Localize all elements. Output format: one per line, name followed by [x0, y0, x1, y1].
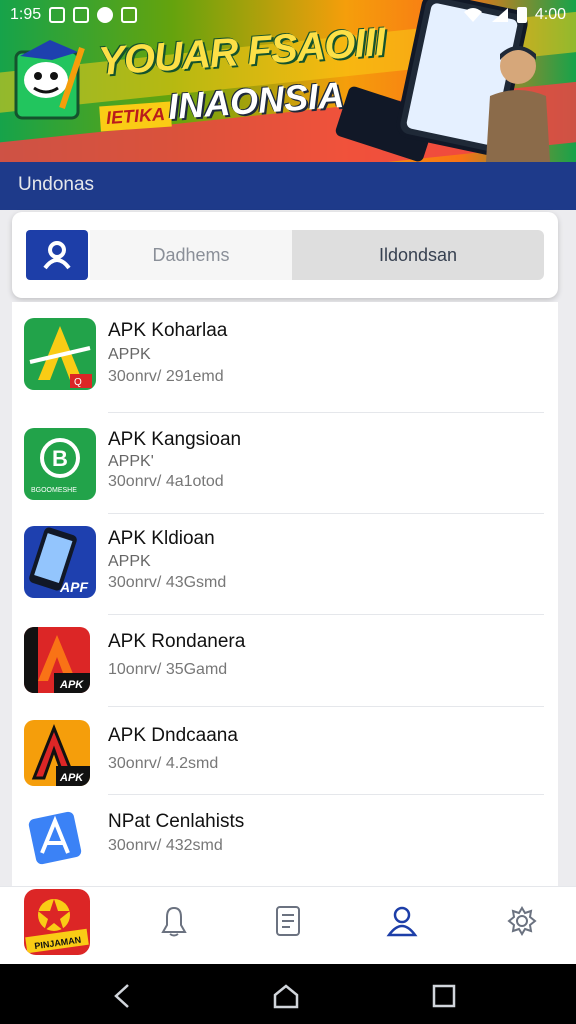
app-meta: 30onrv/ 291emd: [108, 368, 224, 385]
tab-card: Dadhems Ildondsan: [12, 212, 558, 298]
red-a-icon: APK: [24, 627, 90, 693]
profile-tab-button[interactable]: [26, 230, 88, 280]
person-icon: [386, 906, 418, 937]
notification-icon: [73, 7, 90, 23]
status-time: 1:95: [10, 6, 42, 23]
person-illustration: [486, 46, 550, 162]
app-header: Undonas: [0, 162, 576, 210]
list-item[interactable]: NPat Cenlahists 30onrv/ 432smd: [12, 795, 558, 886]
app-subtitle: APPK: [108, 346, 151, 363]
nav-settings[interactable]: [502, 901, 542, 941]
blue-store-icon: [24, 807, 86, 869]
icon-badge: APF: [59, 579, 88, 595]
banner-tag: IETIKA: [99, 101, 172, 132]
app-title: APK Dndcaana: [108, 725, 238, 746]
icon-badge: APK: [59, 679, 84, 691]
back-button[interactable]: [106, 980, 138, 1012]
nav-app-shortcut[interactable]: PINJAMAN: [24, 889, 90, 955]
app-subtitle: APPK: [108, 553, 151, 570]
list-item[interactable]: APK APK Rondanera 10onrv/ 35Gamd: [12, 615, 558, 707]
header-title: Undonas: [18, 174, 95, 195]
app-title: APK Koharlaa: [108, 320, 228, 341]
recents-button[interactable]: [428, 980, 460, 1012]
home-icon: [273, 984, 299, 1009]
bottom-nav: PINJAMAN: [0, 886, 576, 964]
settings-icon: [507, 906, 537, 936]
bell-icon: [161, 906, 187, 937]
app-title: APK Kldioan: [108, 528, 215, 549]
nav-notifications[interactable]: [154, 901, 194, 941]
app-meta: 30onrv/ 4.2smd: [108, 755, 219, 772]
icon-badge: Q: [74, 377, 82, 388]
signal-icon: [491, 8, 508, 22]
recents-icon: [432, 984, 456, 1008]
list-item[interactable]: APF APK Kldioan APPK 30onrv/ 43Gsmd: [12, 514, 558, 615]
green-a-icon: Q: [24, 318, 96, 390]
home-button[interactable]: [270, 980, 302, 1012]
nav-profile[interactable]: [382, 901, 422, 941]
battery-icon: [516, 7, 527, 23]
app-meta: 30onrv/ 43Gsmd: [108, 574, 227, 591]
list-item[interactable]: B BGOOMESHE APK Kangsioan APPK' 30onrv/ …: [12, 413, 558, 514]
notification-icon: [121, 7, 138, 23]
app-meta: 30onrv/ 4a1otod: [108, 473, 224, 490]
person-icon: [43, 241, 71, 270]
document-icon: [276, 906, 300, 936]
tab-ildondsan[interactable]: Ildondsan: [292, 230, 544, 280]
system-nav-bar: [0, 964, 576, 1024]
app-title: APK Kangsioan: [108, 429, 242, 450]
list-item[interactable]: Q APK Koharlaa APPK 30onrv/ 291emd: [12, 302, 558, 413]
green-b-icon: B BGOOMESHE: [24, 428, 96, 500]
notification-icon: [97, 7, 114, 23]
list-item[interactable]: APK APK Dndcaana 30onrv/ 4.2smd: [12, 707, 558, 795]
icon-badge: APK: [59, 772, 84, 784]
app-meta: 10onrv/ 35Gamd: [108, 661, 228, 678]
app-list: Q APK Koharlaa APPK 30onrv/ 291emd B BGO…: [12, 302, 558, 886]
wifi-icon: [463, 8, 482, 22]
mascot-logo-icon: [14, 40, 85, 120]
app-title: APK Rondanera: [108, 631, 246, 652]
nav-documents[interactable]: [268, 901, 308, 941]
battery-text: 4:00: [534, 6, 566, 23]
back-icon: [114, 984, 129, 1008]
app-meta: 30onrv/ 432smd: [108, 837, 223, 854]
tab-dadhems[interactable]: Dadhems: [90, 230, 292, 280]
yellow-a-icon: APK: [24, 720, 90, 786]
notification-icon: [49, 7, 66, 23]
app-title: NPat Cenlahists: [108, 811, 245, 832]
svg-text:B: B: [52, 446, 68, 471]
icon-badge: BGOOMESHE: [31, 487, 77, 494]
app-subtitle: APPK': [108, 453, 154, 470]
phone-apk-icon: APF: [24, 526, 96, 598]
status-bar: 1:95 4:00: [0, 0, 576, 30]
